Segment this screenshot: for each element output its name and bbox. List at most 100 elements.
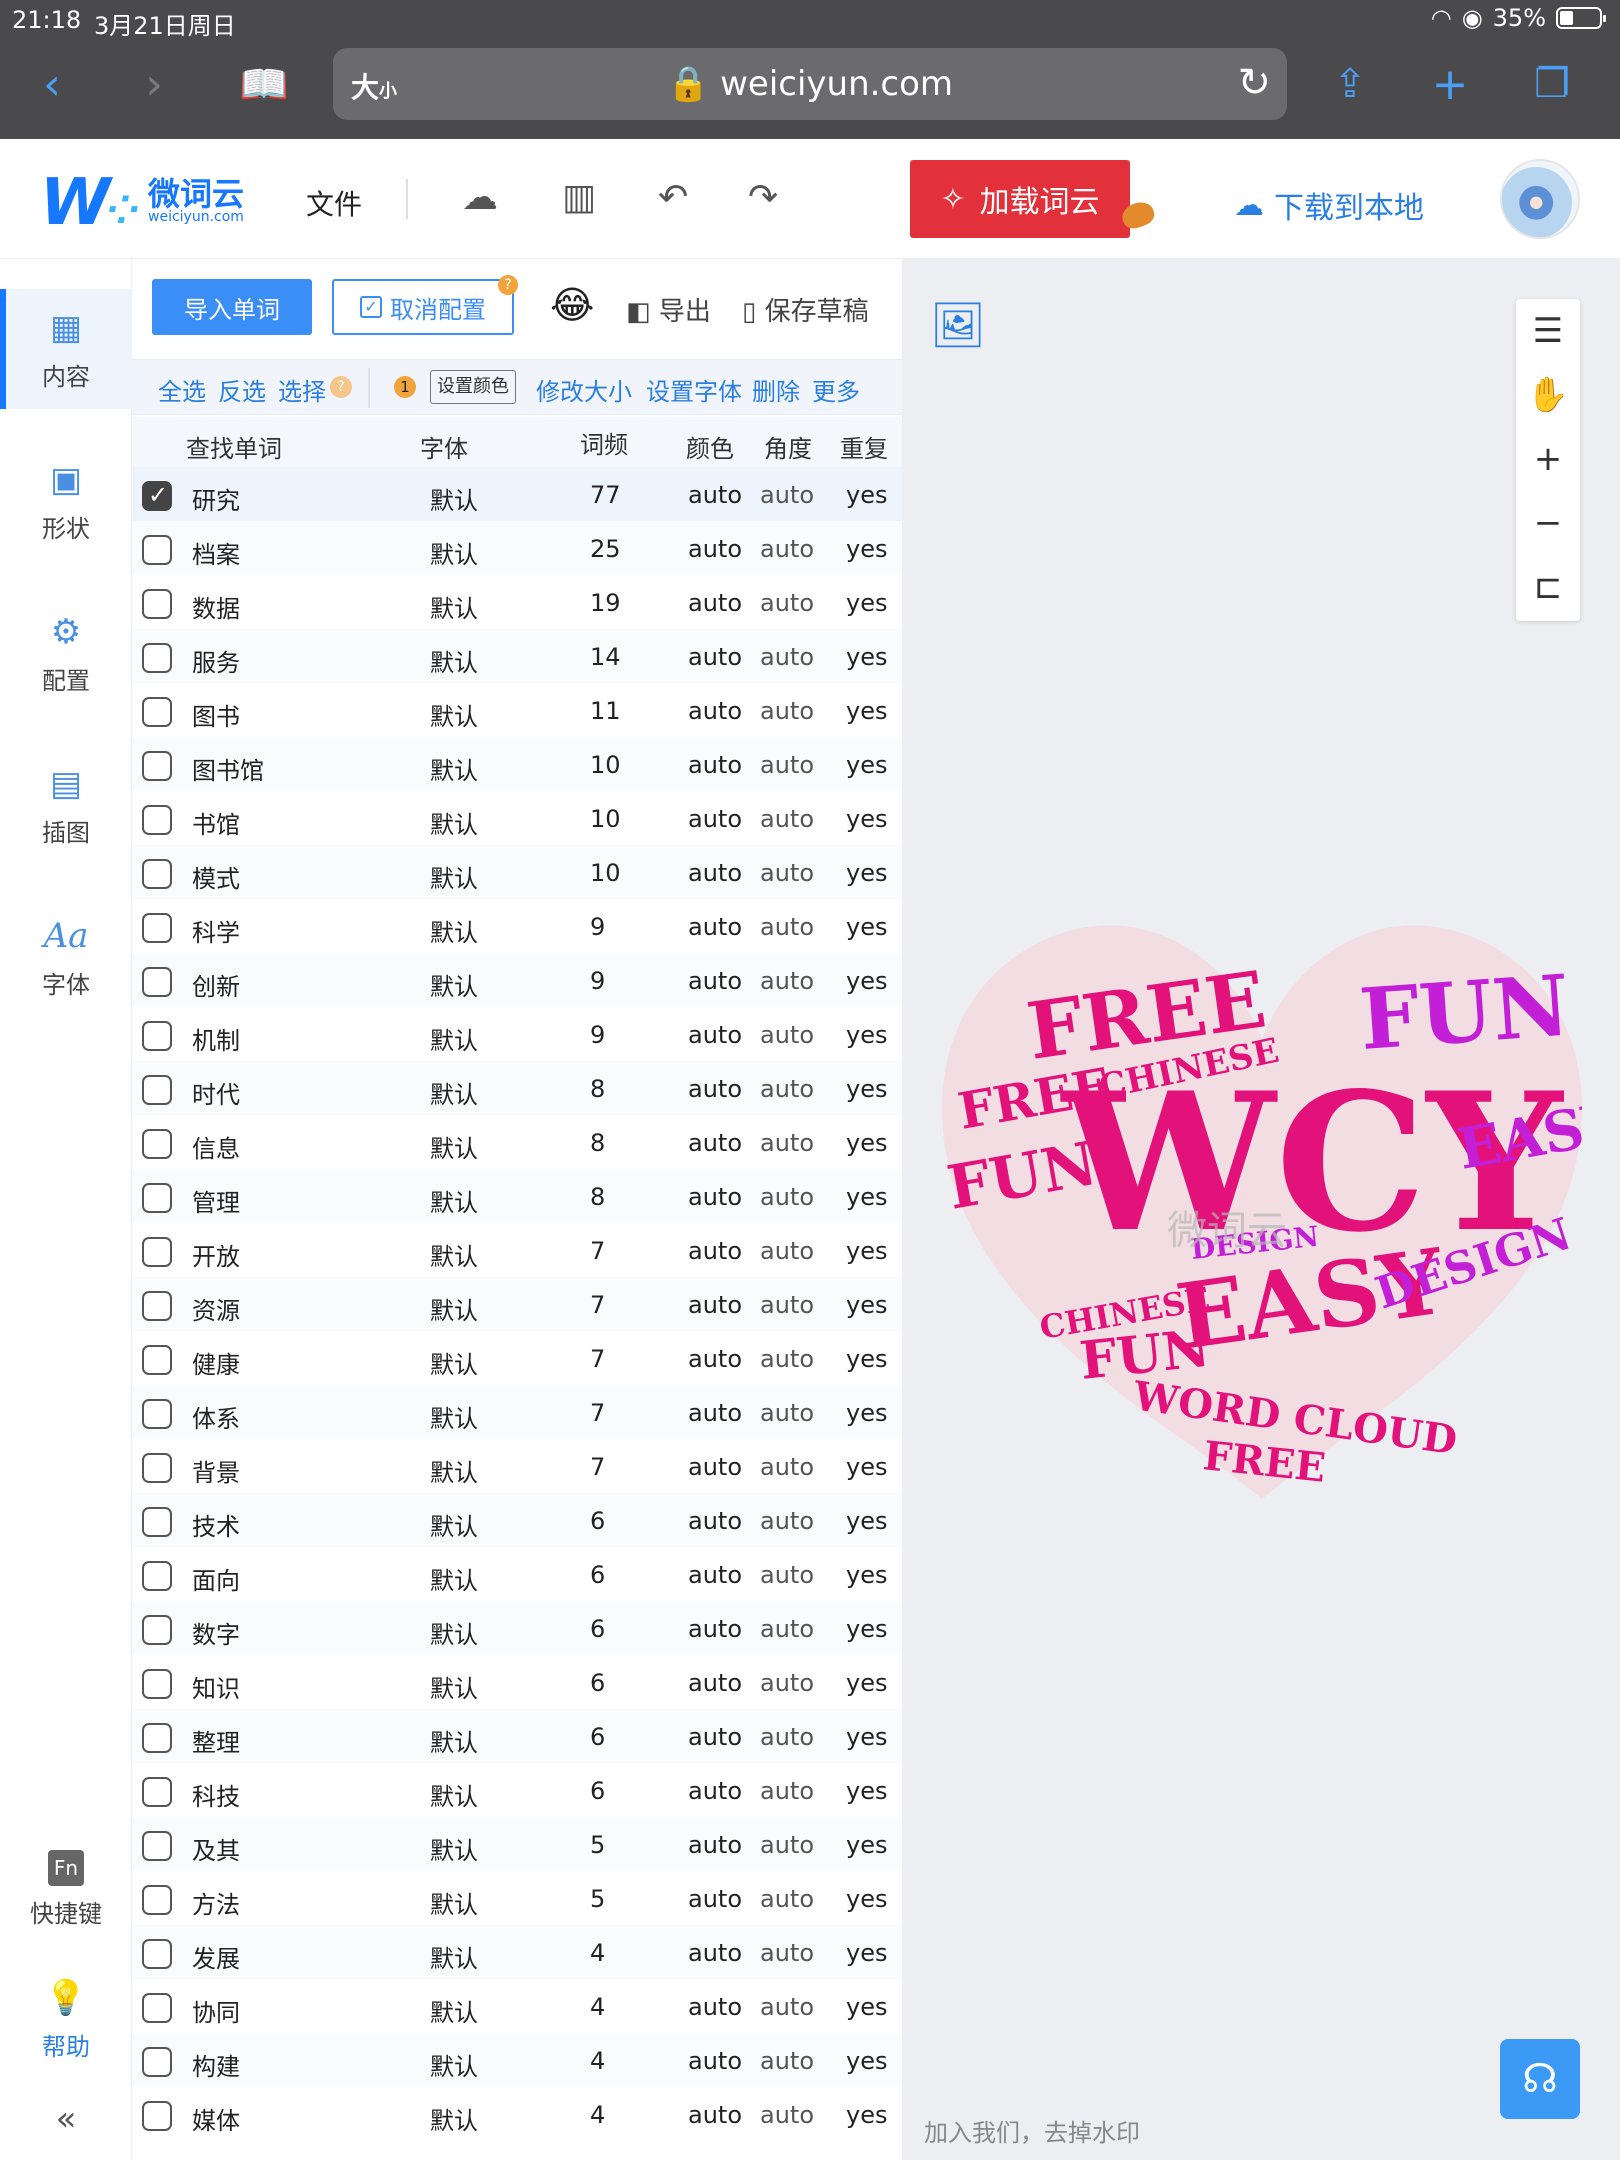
row-checkbox[interactable] [142,1777,172,1807]
row-checkbox[interactable] [142,1831,172,1861]
select-help-icon[interactable]: ? [330,376,352,398]
table-row[interactable]: 模式 默认 10 auto auto yes [132,845,902,899]
row-checkbox[interactable] [142,913,172,943]
address-bar[interactable]: 大小 🔒 weiciyun.com ↻ [333,48,1287,120]
row-checkbox[interactable] [142,535,172,565]
table-row[interactable]: 方法 默认 5 auto auto yes [132,1871,902,1925]
table-row[interactable]: 健康 默认 7 auto auto yes [132,1331,902,1385]
row-checkbox[interactable] [142,1561,172,1591]
row-checkbox[interactable] [142,1129,172,1159]
cell-word[interactable]: 管理 [192,1183,240,1218]
emoji-icon[interactable]: 😂 [550,283,594,327]
table-row[interactable]: 协同 默认 4 auto auto yes [132,1979,902,2033]
cell-word[interactable]: 媒体 [192,2101,240,2136]
cell-word[interactable]: 数字 [192,1615,240,1650]
cell-word[interactable]: 图书 [192,697,240,732]
row-checkbox[interactable] [142,805,172,835]
cell-word[interactable]: 图书馆 [192,751,264,786]
row-checkbox[interactable] [142,1723,172,1753]
row-checkbox[interactable] [142,1885,172,1915]
cell-word[interactable]: 面向 [192,1561,240,1596]
back-icon[interactable]: ‹ [22,54,82,114]
image-edit-icon[interactable]: 🖼 [930,299,986,351]
row-checkbox[interactable] [142,1669,172,1699]
collapse-button[interactable]: « [0,2089,132,2149]
row-checkbox[interactable] [142,1507,172,1537]
row-checkbox[interactable] [142,1993,172,2023]
invert-selection-link[interactable]: 反选 [218,372,266,407]
cell-word[interactable]: 数据 [192,589,240,624]
table-row[interactable]: 背景 默认 7 auto auto yes [132,1439,902,1493]
row-checkbox[interactable] [142,1075,172,1105]
row-checkbox[interactable] [142,643,172,673]
table-row[interactable]: 书馆 默认 10 auto auto yes [132,791,902,845]
row-checkbox[interactable] [142,967,172,997]
cell-word[interactable]: 整理 [192,1723,240,1758]
cell-word[interactable]: 机制 [192,1021,240,1056]
zoom-in-icon[interactable]: + [1516,427,1580,491]
fit-screen-icon[interactable]: ⊏ [1516,555,1580,619]
more-link[interactable]: 更多 [812,372,860,407]
header-word[interactable]: 查找单词 [186,429,282,464]
table-row[interactable]: 技术 默认 6 auto auto yes [132,1493,902,1547]
export-button[interactable]: ◧ 导出 [626,291,711,328]
row-checkbox[interactable] [142,2101,172,2131]
cell-word[interactable]: 发展 [192,1939,240,1974]
sidebar-item-config[interactable]: ⚙ 配置 [0,593,132,713]
select-all-link[interactable]: 全选 [158,372,206,407]
cell-word[interactable]: 时代 [192,1075,240,1110]
help-button[interactable]: 💡 帮助 [0,1959,132,2079]
cell-word[interactable]: 开放 [192,1237,240,1272]
row-checkbox[interactable] [142,1939,172,1969]
cell-word[interactable]: 资源 [192,1291,240,1326]
bookmarks-icon[interactable]: 📖 [234,54,294,114]
cell-word[interactable]: 科技 [192,1777,240,1812]
row-checkbox[interactable] [142,1399,172,1429]
row-checkbox[interactable] [142,481,172,511]
table-row[interactable]: 数据 默认 19 auto auto yes [132,575,902,629]
settings-sliders-icon[interactable]: ☰ [1516,299,1580,363]
table-row[interactable]: 档案 默认 25 auto auto yes [132,521,902,575]
set-font-link[interactable]: 设置字体 [646,372,742,407]
cell-word[interactable]: 及其 [192,1831,240,1866]
zoom-out-icon[interactable]: − [1516,491,1580,555]
cell-word[interactable]: 技术 [192,1507,240,1542]
bar-chart-icon[interactable]: ▥ [562,177,596,218]
header-freq[interactable]: 词频 [580,425,628,460]
row-checkbox[interactable] [142,2047,172,2077]
cloud-upload-icon[interactable]: ☁ [462,177,498,218]
sidebar-item-font[interactable]: Aa 字体 [0,897,132,1017]
row-checkbox[interactable] [142,1021,172,1051]
cell-word[interactable]: 创新 [192,967,240,1002]
shortcut-button[interactable]: Fn 快捷键 [0,1829,132,1949]
table-row[interactable]: 时代 默认 8 auto auto yes [132,1061,902,1115]
row-checkbox[interactable] [142,1291,172,1321]
load-wordcloud-button[interactable]: ✧ 加载词云 [910,160,1130,238]
table-row[interactable]: 研究 默认 77 auto auto yes [132,467,902,521]
cell-word[interactable]: 健康 [192,1345,240,1380]
download-button[interactable]: ☁ 下载到本地 [1234,183,1424,227]
cell-word[interactable]: 档案 [192,535,240,570]
row-checkbox[interactable] [142,1183,172,1213]
table-row[interactable]: 及其 默认 5 auto auto yes [132,1817,902,1871]
table-row[interactable]: 整理 默认 6 auto auto yes [132,1709,902,1763]
table-row[interactable]: 构建 默认 4 auto auto yes [132,2033,902,2087]
cell-word[interactable]: 模式 [192,859,240,894]
table-row[interactable]: 信息 默认 8 auto auto yes [132,1115,902,1169]
import-words-button[interactable]: 导入单词 [152,279,312,335]
table-row[interactable]: 数字 默认 6 auto auto yes [132,1601,902,1655]
cell-word[interactable]: 知识 [192,1669,240,1704]
table-row[interactable]: 发展 默认 4 auto auto yes [132,1925,902,1979]
delete-link[interactable]: 删除 [752,372,800,407]
table-row[interactable]: 开放 默认 7 auto auto yes [132,1223,902,1277]
table-row[interactable]: 面向 默认 6 auto auto yes [132,1547,902,1601]
sidebar-item-illustration[interactable]: ▤ 插图 [0,745,132,865]
wordcloud-preview[interactable]: FREE FUN WCY EASY CHINESE DESIGN WORD CL… [942,909,1582,1509]
table-row[interactable]: 管理 默认 8 auto auto yes [132,1169,902,1223]
row-checkbox[interactable] [142,1615,172,1645]
table-row[interactable]: 图书 默认 11 auto auto yes [132,683,902,737]
resize-link[interactable]: 修改大小 [536,372,632,407]
table-row[interactable]: 创新 默认 9 auto auto yes [132,953,902,1007]
hand-pan-icon[interactable]: ✋ [1516,363,1580,427]
table-row[interactable]: 科技 默认 6 auto auto yes [132,1763,902,1817]
